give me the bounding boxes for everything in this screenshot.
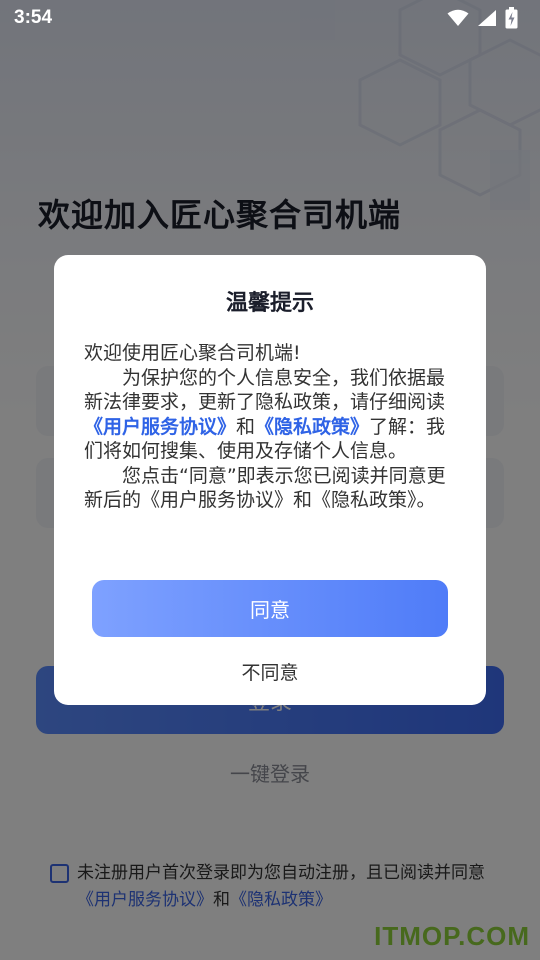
paragraph-1-text: 为保护您的个人信息安全，我们依据最新法律要求，更新了隐私政策，请仔细阅读	[84, 366, 446, 414]
agree-button[interactable]: 同意	[92, 580, 448, 637]
signal-icon	[478, 10, 496, 26]
dialog-privacy-policy-link[interactable]: 《隐私政策》	[255, 416, 369, 438]
wifi-icon	[447, 9, 469, 26]
dialog-service-agreement-link[interactable]: 《用户服务协议》	[84, 416, 236, 438]
privacy-dialog: 温馨提示 欢迎使用匠心聚合司机端! 为保护您的个人信息安全，我们依据最新法律要求…	[54, 255, 486, 705]
dialog-body: 欢迎使用匠心聚合司机端! 为保护您的个人信息安全，我们依据最新法律要求，更新了隐…	[84, 341, 454, 513]
status-time: 3:54	[14, 7, 53, 28]
dialog-title: 温馨提示	[225, 291, 314, 316]
status-bar: 3:54	[0, 0, 540, 36]
status-icons	[447, 7, 518, 29]
paragraph-1-and: 和	[236, 415, 256, 438]
battery-charging-icon	[505, 7, 518, 29]
dialog-greeting: 欢迎使用匠心聚合司机端!	[84, 342, 301, 364]
disagree-button[interactable]: 不同意	[54, 658, 486, 685]
dialog-paragraph-2: 您点击“同意”即表示您已阅读并同意更新后的《用户服务协议》和《隐私政策》。	[84, 464, 446, 512]
dialog-paragraph-1: 为保护您的个人信息安全，我们依据最新法律要求，更新了隐私政策，请仔细阅读《用户服…	[84, 366, 454, 464]
